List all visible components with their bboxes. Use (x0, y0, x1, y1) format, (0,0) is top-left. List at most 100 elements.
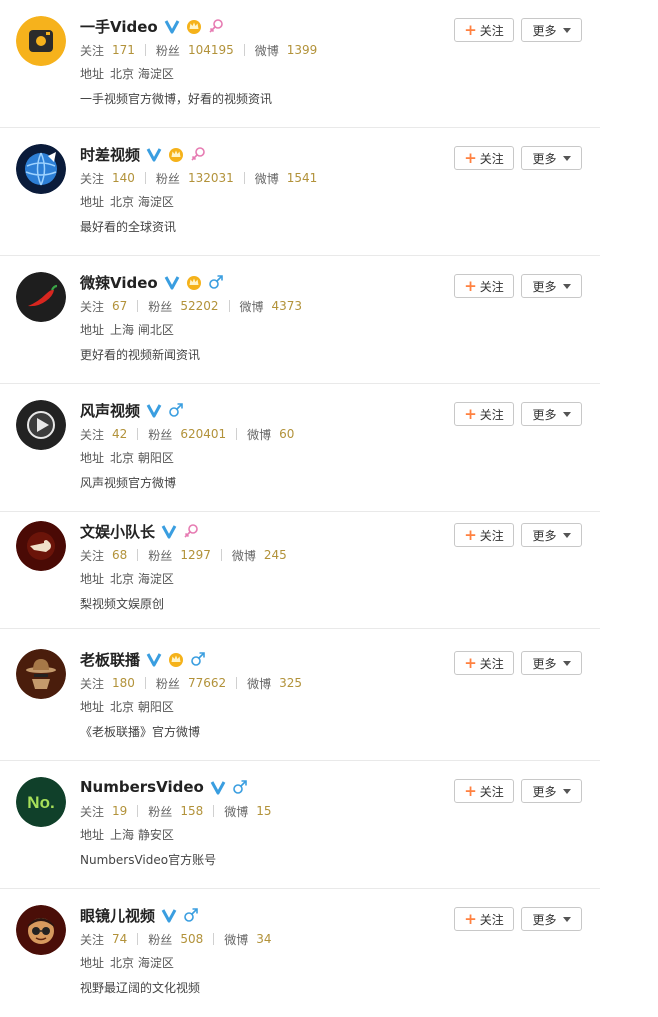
divider (137, 300, 139, 312)
follow-button[interactable]: + 关注 (454, 651, 514, 675)
following-count[interactable]: 140 (112, 171, 135, 185)
location-value: 北京 朝阳区 (110, 451, 174, 465)
more-button[interactable]: 更多 (521, 651, 582, 675)
fans-label: 粉丝 (148, 932, 173, 947)
weibo-count[interactable]: 34 (256, 932, 271, 946)
following-count[interactable]: 19 (112, 804, 127, 818)
weibo-count[interactable]: 1399 (287, 43, 318, 57)
following-count[interactable]: 68 (112, 548, 127, 562)
follow-button[interactable]: + 关注 (454, 146, 514, 170)
avatar[interactable] (16, 272, 66, 322)
follow-button-label: 关注 (479, 23, 504, 38)
fans-count[interactable]: 77662 (188, 676, 226, 690)
avatar[interactable] (16, 905, 66, 955)
user-bio: 梨视频文娱原创 (80, 597, 165, 611)
verified-icon (146, 651, 162, 667)
avatar[interactable] (16, 649, 66, 699)
follow-button[interactable]: + 关注 (454, 523, 514, 547)
following-count[interactable]: 42 (112, 427, 127, 441)
follow-button[interactable]: + 关注 (454, 907, 514, 931)
following-count[interactable]: 180 (112, 676, 135, 690)
divider (236, 677, 238, 689)
user-name[interactable]: 微辣Video (80, 272, 158, 293)
glasses-face-logo-icon (16, 905, 66, 955)
following-label: 关注 (80, 548, 105, 563)
fans-count[interactable]: 1297 (180, 548, 211, 562)
divider (137, 933, 139, 945)
weibo-count[interactable]: 15 (256, 804, 271, 818)
fans-label: 粉丝 (155, 171, 180, 186)
more-button[interactable]: 更多 (521, 907, 582, 931)
user-name[interactable]: 一手Video (80, 16, 158, 37)
address-label: 地址 (80, 67, 105, 81)
weibo-count[interactable]: 325 (279, 676, 302, 690)
avatar[interactable] (16, 400, 66, 450)
user-card: 一手Video 关注 171 粉丝 104195 微博 1399 地址 北京 海淀… (0, 0, 600, 128)
user-name[interactable]: 老板联播 (80, 649, 140, 670)
fans-count[interactable]: 52202 (180, 299, 218, 313)
female-icon (208, 18, 224, 34)
following-count[interactable]: 171 (112, 43, 135, 57)
weibo-count[interactable]: 4373 (272, 299, 303, 313)
following-label: 关注 (80, 299, 105, 314)
following-label: 关注 (80, 932, 105, 947)
caret-down-icon (562, 27, 571, 33)
weibo-label: 微博 (247, 427, 272, 442)
caret-down-icon (562, 411, 571, 417)
more-button-label: 更多 (532, 912, 557, 927)
more-button[interactable]: 更多 (521, 779, 582, 803)
address-label: 地址 (80, 323, 105, 337)
plus-icon: + (464, 276, 477, 295)
fans-count[interactable]: 132031 (188, 171, 234, 185)
user-name[interactable]: 风声视频 (80, 400, 140, 421)
user-name[interactable]: 文娱小队长 (80, 521, 155, 542)
user-card: 微辣Video 关注 67 粉丝 52202 微博 4373 地址 上海 闸北区 … (0, 256, 600, 384)
fans-count[interactable]: 158 (180, 804, 203, 818)
fans-label: 粉丝 (148, 548, 173, 563)
user-bio: NumbersVideo官方账号 (80, 853, 217, 867)
plus-icon: + (464, 404, 477, 423)
plus-icon: + (464, 20, 477, 39)
chili-logo-icon (16, 272, 66, 322)
fans-count[interactable]: 508 (180, 932, 203, 946)
more-button[interactable]: 更多 (521, 402, 582, 426)
weibo-count[interactable]: 245 (264, 548, 287, 562)
more-button-label: 更多 (532, 279, 557, 294)
caret-down-icon (562, 660, 571, 666)
following-count[interactable]: 67 (112, 299, 127, 313)
follow-button[interactable]: + 关注 (454, 274, 514, 298)
user-bio: 一手视频官方微博，好看的视频资讯 (80, 92, 273, 106)
avatar[interactable] (16, 521, 66, 571)
fans-count[interactable]: 104195 (188, 43, 234, 57)
user-name[interactable]: NumbersVideo (80, 778, 204, 796)
user-stats: 关注 68 粉丝 1297 微博 245 (80, 546, 297, 564)
avatar[interactable] (16, 16, 66, 66)
avatar[interactable]: No. (16, 777, 66, 827)
user-name[interactable]: 时差视频 (80, 144, 140, 165)
user-bio: 风声视频官方微博 (80, 476, 177, 490)
more-button[interactable]: 更多 (521, 523, 582, 547)
avatar[interactable] (16, 144, 66, 194)
weibo-count[interactable]: 60 (279, 427, 294, 441)
follow-button[interactable]: + 关注 (454, 18, 514, 42)
caret-down-icon (562, 283, 571, 289)
divider (220, 549, 222, 561)
weibo-label: 微博 (254, 171, 279, 186)
user-stats: 关注 67 粉丝 52202 微博 4373 (80, 297, 312, 315)
more-button[interactable]: 更多 (521, 274, 582, 298)
weibo-label: 微博 (224, 804, 249, 819)
more-button-label: 更多 (532, 151, 557, 166)
more-button[interactable]: 更多 (521, 146, 582, 170)
divider (137, 805, 139, 817)
following-label: 关注 (80, 43, 105, 58)
weibo-count[interactable]: 1541 (287, 171, 318, 185)
user-bio: 最好看的全球资讯 (80, 220, 177, 234)
following-count[interactable]: 74 (112, 932, 127, 946)
follow-button[interactable]: + 关注 (454, 402, 514, 426)
follow-button[interactable]: + 关注 (454, 779, 514, 803)
more-button[interactable]: 更多 (521, 18, 582, 42)
weibo-label: 微博 (247, 676, 272, 691)
user-name[interactable]: 眼镜儿视频 (80, 905, 155, 926)
female-icon (183, 523, 199, 539)
fans-count[interactable]: 620401 (180, 427, 226, 441)
